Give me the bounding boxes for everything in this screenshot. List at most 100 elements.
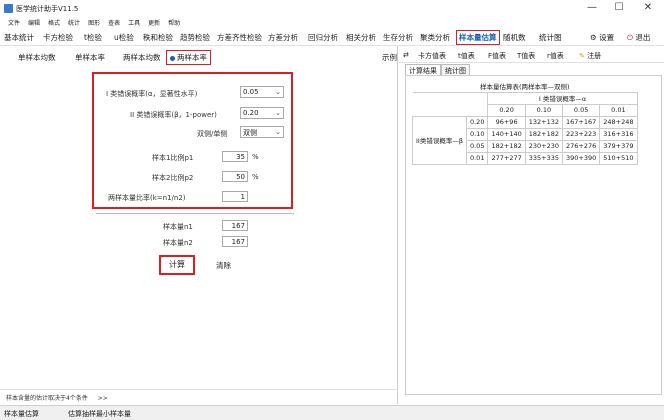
sides-label: 双侧/单侧 bbox=[197, 130, 228, 138]
footnote-text: 样本含量的估计取决于4个条件 bbox=[6, 395, 88, 402]
swap-icon[interactable]: ⇄ bbox=[403, 51, 409, 59]
tab-chart[interactable]: 统计图 bbox=[441, 64, 470, 75]
tool-homogeneity[interactable]: 方差齐性检验 bbox=[217, 32, 262, 43]
table-title: 样本量估算表(两样本率—双侧) bbox=[412, 80, 638, 93]
tool-chart[interactable]: 统计图 bbox=[539, 32, 562, 43]
table-cell: 390+390 bbox=[561, 151, 601, 165]
tool-u-test[interactable]: u检验 bbox=[114, 32, 134, 43]
menu-stats[interactable]: 统计 bbox=[64, 17, 84, 29]
conditions-footnote[interactable]: 样本含量的估计取决于4个条件 >> bbox=[0, 389, 397, 402]
chevron-down-icon: ⌄ bbox=[275, 128, 281, 136]
key-icon: ✎ bbox=[579, 52, 585, 60]
table-cell: 277+277 bbox=[487, 151, 526, 165]
left-pane: 单样本均数 单样本率 两样本均数 两样本率 示例 I 类错误概率(α，显著性水平… bbox=[0, 46, 398, 404]
register-button[interactable]: ✎ 注册 bbox=[579, 51, 601, 61]
beta-select[interactable]: 0.20 ⌄ bbox=[240, 107, 284, 119]
f-table-button[interactable]: F值表 bbox=[488, 51, 506, 61]
example-link[interactable]: 示例 bbox=[382, 52, 397, 63]
p1-input[interactable]: 35 bbox=[222, 151, 248, 162]
table-cell: 182+182 bbox=[524, 127, 564, 141]
p2-input[interactable]: 50 bbox=[222, 171, 248, 182]
menu-file[interactable]: 文件 bbox=[4, 17, 24, 29]
minimize-button[interactable]: — bbox=[580, 1, 604, 15]
menu-format[interactable]: 格式 bbox=[44, 17, 64, 29]
table-row: II类错误概率—β 0.20 96+96 132+132 167+167 248… bbox=[412, 115, 638, 165]
table-cell: 335+335 bbox=[524, 151, 564, 165]
sample-size-table: 样本量估算表(两样本率—双侧) I 类错误概率—α 0.20 0.10 0.05… bbox=[412, 80, 638, 165]
tool-t-test[interactable]: t检验 bbox=[84, 32, 102, 43]
table-cell: 96+96 bbox=[487, 115, 526, 129]
alpha-col-header: 0.10 bbox=[524, 103, 564, 117]
ratio-label: 两样本量比率(k=n1/n2) bbox=[108, 194, 186, 202]
alpha-col-header: 0.20 bbox=[487, 103, 526, 117]
tool-rank-sum[interactable]: 秩和检验 bbox=[143, 32, 173, 43]
title-bar: 医学统计助手V11.5 — ☐ ✕ bbox=[0, 0, 664, 17]
tool-random-number[interactable]: 随机数 bbox=[503, 32, 526, 43]
tool-cluster[interactable]: 聚类分析 bbox=[420, 32, 450, 43]
table-cell: 248+248 bbox=[599, 115, 638, 129]
maximize-button[interactable]: ☐ bbox=[607, 1, 631, 15]
subtab-two-sample-mean[interactable]: 两样本均数 bbox=[123, 52, 161, 63]
menu-edit[interactable]: 编辑 bbox=[24, 17, 44, 29]
power-icon: ⏻ bbox=[627, 33, 633, 42]
r-table-button[interactable]: r值表 bbox=[547, 51, 564, 61]
sides-select[interactable]: 双侧 ⌄ bbox=[240, 126, 284, 138]
table-cell: 276+276 bbox=[561, 139, 601, 153]
calculate-button[interactable]: 计算 bbox=[159, 255, 195, 275]
beta-row-header: 0.20 bbox=[465, 115, 489, 129]
tool-trend-test[interactable]: 趋势检验 bbox=[180, 32, 210, 43]
radio-selected-icon bbox=[170, 55, 175, 61]
alpha-header: I 类错误概率—α bbox=[487, 91, 638, 105]
expand-arrow-icon[interactable]: >> bbox=[98, 395, 108, 402]
separator bbox=[96, 213, 294, 214]
tool-sample-size[interactable]: 样本量估算 bbox=[456, 30, 500, 45]
subtab-one-sample-mean[interactable]: 单样本均数 bbox=[18, 52, 56, 63]
beta-row-header: 0.05 bbox=[465, 139, 489, 153]
table-cell: 132+132 bbox=[524, 115, 564, 129]
tool-regression[interactable]: 回归分析 bbox=[308, 32, 338, 43]
status-description: 估算抽样最小样本量 bbox=[68, 410, 131, 418]
exit-button[interactable]: ⏻ 退出 bbox=[627, 32, 650, 43]
menu-bar: 文件 编辑 格式 统计 图形 查表 工具 更新 帮助 bbox=[0, 17, 664, 29]
subtab-one-sample-rate[interactable]: 单样本率 bbox=[75, 52, 105, 63]
alpha-label: I 类错误概率(α，显著性水平) bbox=[106, 90, 198, 98]
t-table-button[interactable]: t值表 bbox=[458, 51, 475, 61]
alpha-col-header: 0.05 bbox=[561, 103, 601, 117]
p2-label: 样本2比例p2 bbox=[152, 174, 194, 182]
ratio-input[interactable]: 1 bbox=[222, 191, 248, 202]
beta-header: II类错误概率—β bbox=[412, 115, 467, 165]
table-cell: 140+140 bbox=[487, 127, 526, 141]
app-icon bbox=[4, 4, 13, 13]
settings-button[interactable]: ⚙ 设置 bbox=[590, 32, 614, 43]
chi-square-table-button[interactable]: 卡方值表 bbox=[418, 51, 446, 61]
tool-survival[interactable]: 生存分析 bbox=[383, 32, 413, 43]
tool-chi-square[interactable]: 卡方检验 bbox=[43, 32, 73, 43]
close-button[interactable]: ✕ bbox=[636, 1, 660, 15]
clear-button[interactable]: 清除 bbox=[216, 260, 231, 271]
beta-row-header: 0.10 bbox=[465, 127, 489, 141]
menu-help[interactable]: 帮助 bbox=[164, 17, 184, 29]
beta-row-header: 0.01 bbox=[465, 151, 489, 165]
table-cell: 230+230 bbox=[524, 139, 564, 153]
tool-anova[interactable]: 方差分析 bbox=[268, 32, 298, 43]
tool-basic-stats[interactable]: 基本统计 bbox=[4, 32, 34, 43]
n1-output: 167 bbox=[222, 220, 248, 231]
subtab-two-sample-rate[interactable]: 两样本率 bbox=[166, 50, 211, 65]
alpha-select[interactable]: 0.05 ⌄ bbox=[240, 86, 284, 98]
table-cell: 223+223 bbox=[561, 127, 601, 141]
alpha-col-header: 0.01 bbox=[599, 103, 638, 117]
menu-tools[interactable]: 工具 bbox=[124, 17, 144, 29]
tool-correlation[interactable]: 相关分析 bbox=[346, 32, 376, 43]
big-t-table-button[interactable]: T值表 bbox=[517, 51, 535, 61]
p1-label: 样本1比例p1 bbox=[152, 154, 194, 162]
menu-graph[interactable]: 图形 bbox=[84, 17, 104, 29]
status-module: 样本量估算 bbox=[4, 410, 39, 418]
tab-results[interactable]: 计算结果 bbox=[405, 64, 441, 75]
lookup-toolbar: ⇄ 卡方值表 t值表 F值表 T值表 r值表 ✎ 注册 bbox=[399, 46, 664, 63]
table-cell: 167+167 bbox=[561, 115, 601, 129]
gear-icon: ⚙ bbox=[590, 33, 597, 42]
menu-update[interactable]: 更新 bbox=[144, 17, 164, 29]
table-cell: 379+379 bbox=[599, 139, 638, 153]
p2-unit: % bbox=[252, 173, 259, 181]
menu-lookup[interactable]: 查表 bbox=[104, 17, 124, 29]
